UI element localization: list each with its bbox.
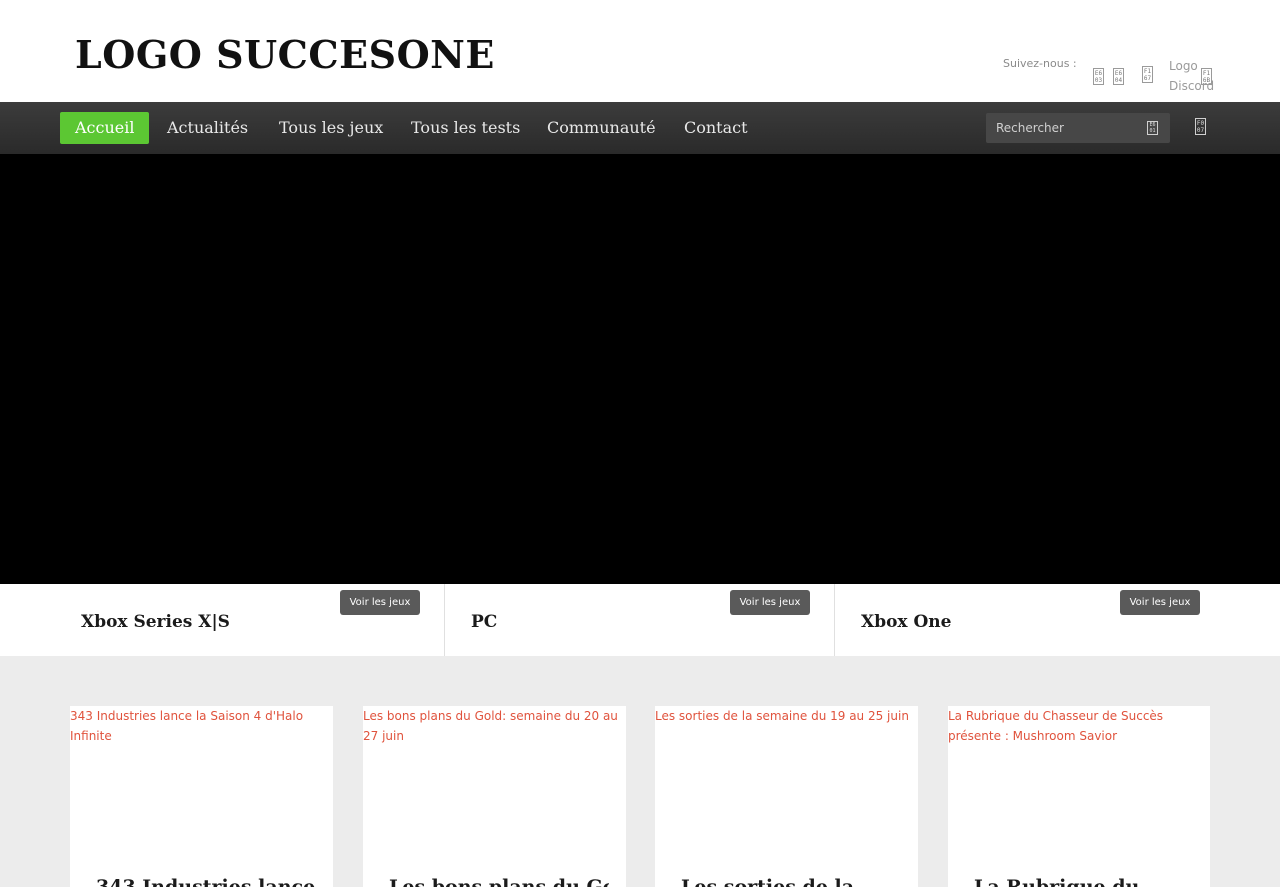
- site-header: LOGO SUCCESONE Suivez-nous : E6 03 E6 04…: [0, 0, 1280, 102]
- rss-icon[interactable]: F1 6B: [1201, 68, 1212, 85]
- site-logo[interactable]: LOGO SUCCESONE: [75, 32, 495, 77]
- platform-xbox-series: Xbox Series X|S Voir les jeux: [0, 584, 445, 656]
- article-image-alt-link[interactable]: Les sorties de la semaine du 19 au 25 ju…: [655, 706, 918, 726]
- article-image-alt-link[interactable]: Les bons plans du Gold: semaine du 20 au…: [363, 706, 626, 746]
- article-card[interactable]: 343 Industries lance la Saison 4 d'Halo …: [70, 706, 333, 887]
- article-card[interactable]: La Rubrique du Chasseur de Succès présen…: [948, 706, 1210, 887]
- twitter-icon[interactable]: E6 04: [1113, 68, 1124, 85]
- article-heading[interactable]: Les sorties de la: [681, 876, 901, 887]
- article-heading[interactable]: La Rubrique du: [974, 876, 1194, 887]
- article-card[interactable]: Les sorties de la semaine du 19 au 25 ju…: [655, 706, 918, 887]
- main-navigation: Accueil Actualités Tous les jeux Tous le…: [0, 102, 1280, 154]
- view-games-button[interactable]: Voir les jeux: [730, 590, 810, 615]
- nav-item-tous-les-jeux[interactable]: Tous les jeux: [279, 112, 383, 144]
- article-image-alt-link[interactable]: La Rubrique du Chasseur de Succès présen…: [948, 706, 1210, 746]
- view-games-button[interactable]: Voir les jeux: [1120, 590, 1200, 615]
- facebook-icon[interactable]: E6 03: [1093, 68, 1104, 85]
- nav-item-communaute[interactable]: Communauté: [547, 112, 656, 144]
- nav-item-accueil[interactable]: Accueil: [60, 112, 150, 144]
- platform-bar: Xbox Series X|S Voir les jeux PC Voir le…: [0, 584, 1280, 656]
- search-input[interactable]: [986, 113, 1136, 143]
- nav-item-actualites[interactable]: Actualités: [167, 112, 248, 144]
- nav-item-tous-les-tests[interactable]: Tous les tests: [411, 112, 520, 144]
- article-card[interactable]: Les bons plans du Gold: semaine du 20 au…: [363, 706, 626, 887]
- article-heading[interactable]: 343 Industries lance la: [96, 876, 316, 887]
- search-box: E6 01: [986, 113, 1170, 143]
- hero-banner: [0, 154, 1280, 584]
- view-games-button[interactable]: Voir les jeux: [340, 590, 420, 615]
- platform-pc: PC Voir les jeux: [445, 584, 835, 656]
- platform-xbox-one: Xbox One Voir les jeux: [835, 584, 1280, 656]
- platform-title: Xbox Series X|S: [81, 612, 230, 632]
- article-heading[interactable]: Les bons plans du Gold: [389, 876, 609, 887]
- follow-us-label: Suivez-nous :: [1003, 57, 1077, 70]
- platform-title: Xbox One: [861, 612, 952, 632]
- platform-title: PC: [471, 612, 498, 632]
- article-image-alt-link[interactable]: 343 Industries lance la Saison 4 d'Halo …: [70, 706, 333, 746]
- user-account-icon[interactable]: F0 07: [1195, 118, 1206, 135]
- youtube-icon[interactable]: F1 67: [1142, 66, 1153, 83]
- nav-item-contact[interactable]: Contact: [684, 112, 748, 144]
- search-icon[interactable]: E6 01: [1147, 121, 1158, 135]
